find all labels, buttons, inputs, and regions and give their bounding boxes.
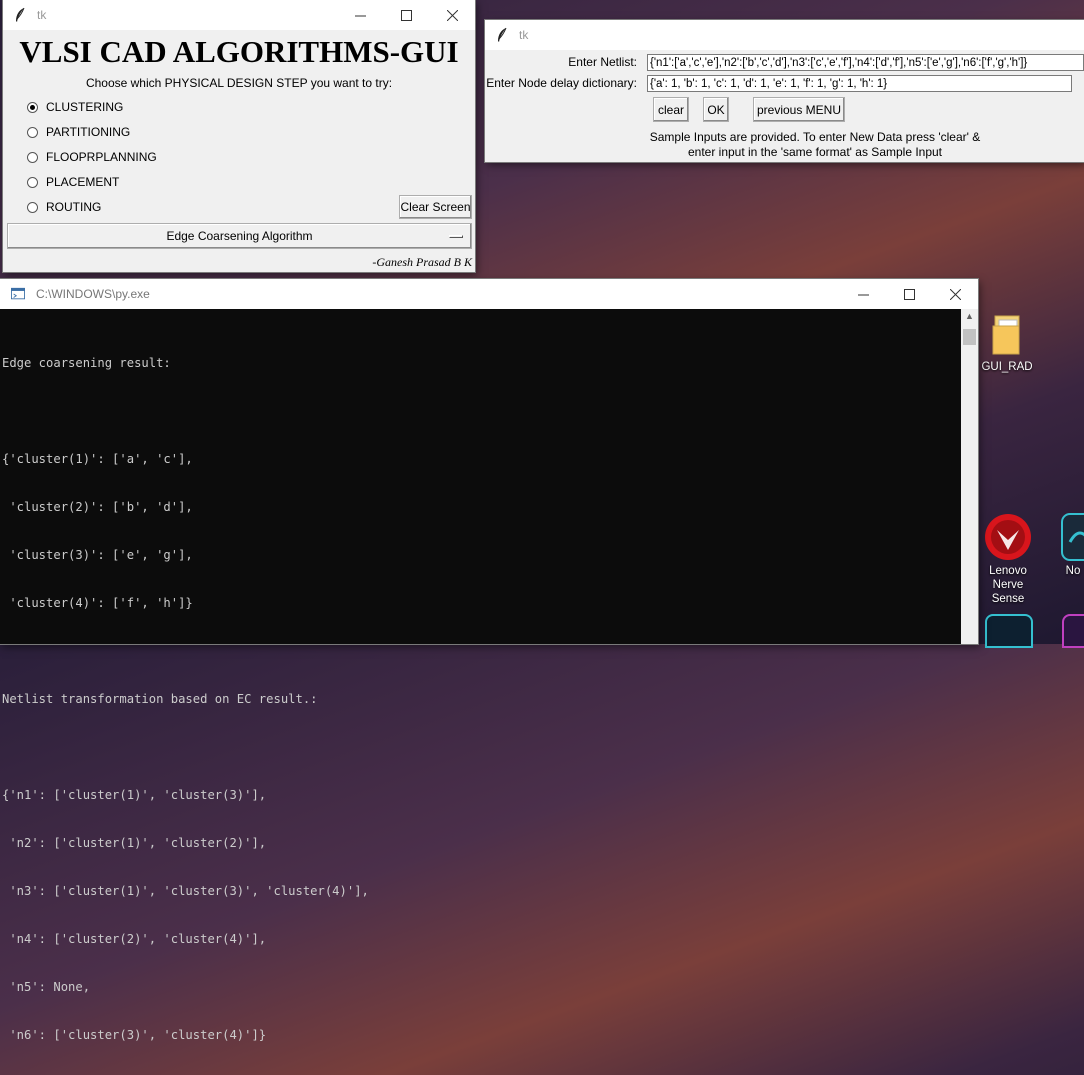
maximize-icon — [903, 288, 915, 300]
title-bar[interactable]: C:\WINDOWS\py.exe — [0, 279, 978, 309]
desktop-icon-app[interactable]: No — [1056, 512, 1084, 578]
radio-label: PARTITIONING — [46, 125, 131, 139]
vertical-scrollbar[interactable]: ▲ — [961, 309, 978, 644]
console-line: 'n6': ['cluster(3)', 'cluster(4)']} — [2, 1028, 267, 1042]
instruction-line-1: Sample Inputs are provided. To enter New… — [649, 130, 981, 144]
close-button[interactable] — [429, 0, 475, 30]
algorithm-menu-label: Edge Coarsening Algorithm — [166, 229, 313, 243]
netlist-input[interactable]: {'n1':['a','c','e'],'n2':['b','c','d'],'… — [647, 54, 1084, 71]
radio-indicator[interactable] — [27, 201, 38, 213]
scroll-thumb[interactable] — [963, 329, 976, 345]
netlist-label: Enter Netlist: — [568, 55, 637, 69]
console-line: 'cluster(3)': ['e', 'g'], — [2, 548, 193, 562]
input-window: tk Enter Netlist: {'n1':['a','c','e'],'n… — [485, 20, 1084, 162]
minimize-icon — [857, 294, 869, 295]
folder-icon — [992, 315, 1020, 355]
close-button[interactable] — [932, 279, 978, 309]
console-line: 'n3': ['cluster(1)', 'cluster(3)', 'clus… — [2, 884, 369, 898]
desktop-icon-lenovo-nerve-sense[interactable]: Lenovo Nerve Sense — [975, 512, 1041, 606]
maximize-button[interactable] — [383, 0, 429, 30]
console-line: ​ — [2, 739, 369, 755]
console-line: Netlist transformation based on EC resul… — [2, 692, 318, 706]
app-icon — [1061, 513, 1084, 561]
partial-desktop-icon[interactable] — [985, 614, 1033, 648]
desktop-icon-label: GUI_RAD — [981, 361, 1033, 373]
ok-button[interactable]: OK — [703, 97, 729, 122]
desktop-icon-label: Lenovo Nerve Sense — [989, 565, 1027, 605]
console-line: Edge coarsening result: — [2, 356, 171, 370]
app-heading: VLSI CAD ALGORITHMS-GUI — [19, 34, 459, 69]
console-line: {'n1': ['cluster(1)', 'cluster(3)'], — [2, 788, 267, 802]
partial-desktop-icon[interactable] — [1062, 614, 1084, 648]
minimize-icon — [354, 15, 366, 16]
radio-indicator[interactable] — [27, 176, 38, 188]
console-line: 'cluster(4)': ['f', 'h']} — [2, 596, 193, 610]
radio-label: CLUSTERING — [46, 100, 124, 114]
clear-button[interactable]: clear — [653, 97, 689, 122]
window-title: C:\WINDOWS\py.exe — [36, 287, 150, 301]
desktop-icon-label: No — [1065, 565, 1081, 577]
console-line: ​ — [2, 643, 369, 659]
minimize-button[interactable] — [840, 279, 886, 309]
scroll-up-icon[interactable]: ▲ — [964, 311, 975, 322]
console-app-icon — [11, 287, 25, 300]
node-delay-input[interactable]: {'a': 1, 'b': 1, 'c': 1, 'd': 1, 'e': 1,… — [647, 75, 1072, 92]
console-line: 'n5': None, — [2, 980, 91, 994]
radio-indicator[interactable] — [27, 151, 38, 163]
previous-menu-button[interactable]: previous MENU — [753, 97, 845, 122]
close-icon — [949, 288, 961, 300]
radio-routing[interactable]: ROUTING — [27, 200, 101, 214]
node-delay-label: Enter Node delay dictionary: — [486, 76, 637, 90]
instruction-line-2: enter input in the 'same format' as Samp… — [687, 145, 943, 159]
step-prompt: Choose which PHYSICAL DESIGN STEP you wa… — [85, 76, 393, 90]
console-line: ​ — [2, 403, 369, 419]
menu-indicator-icon — [449, 235, 463, 238]
maximize-button[interactable] — [886, 279, 932, 309]
radio-partitioning[interactable]: PARTITIONING — [27, 125, 130, 139]
algorithm-menu-button[interactable]: Edge Coarsening Algorithm — [7, 223, 472, 249]
radio-label: PLACEMENT — [46, 175, 120, 189]
radio-floorplanning[interactable]: FLOOPRPLANNING — [27, 150, 157, 164]
title-bar[interactable]: tk — [3, 0, 475, 30]
radio-clustering[interactable]: CLUSTERING — [27, 100, 123, 114]
console-line: 'n2': ['cluster(1)', 'cluster(2)'], — [2, 836, 267, 850]
window-title: tk — [519, 28, 529, 42]
title-bar[interactable]: tk — [485, 20, 1084, 50]
feather-icon — [16, 7, 25, 22]
feather-icon — [498, 27, 507, 42]
main-gui-window: tk VLSI CAD ALGORITHMS-GUI Choose which … — [3, 0, 475, 272]
radio-indicator[interactable] — [27, 101, 38, 113]
desktop-icon-gui-rad[interactable]: GUI_RAD — [978, 312, 1036, 374]
maximize-icon — [400, 9, 412, 21]
console-line: {'cluster(1)': ['a', 'c'], — [2, 452, 193, 466]
radio-label: ROUTING — [46, 200, 102, 214]
console-line: 'n4': ['cluster(2)', 'cluster(4)'], — [2, 932, 267, 946]
radio-label: FLOOPRPLANNING — [46, 150, 157, 164]
window-title: tk — [37, 8, 47, 22]
console-window: C:\WINDOWS\py.exe Edge coarsening result… — [0, 279, 978, 1042]
radio-placement[interactable]: PLACEMENT — [27, 175, 119, 189]
console-output: Edge coarsening result: ​ {'cluster(1)':… — [2, 323, 369, 1075]
lenovo-nerve-sense-icon — [985, 514, 1031, 560]
radio-indicator[interactable] — [27, 126, 38, 138]
close-icon — [446, 9, 458, 21]
clear-screen-button[interactable]: Clear Screen — [399, 195, 472, 219]
author-credit: -Ganesh Prasad B K — [372, 255, 472, 269]
minimize-button[interactable] — [337, 0, 383, 30]
console-line: 'cluster(2)': ['b', 'd'], — [2, 500, 193, 514]
